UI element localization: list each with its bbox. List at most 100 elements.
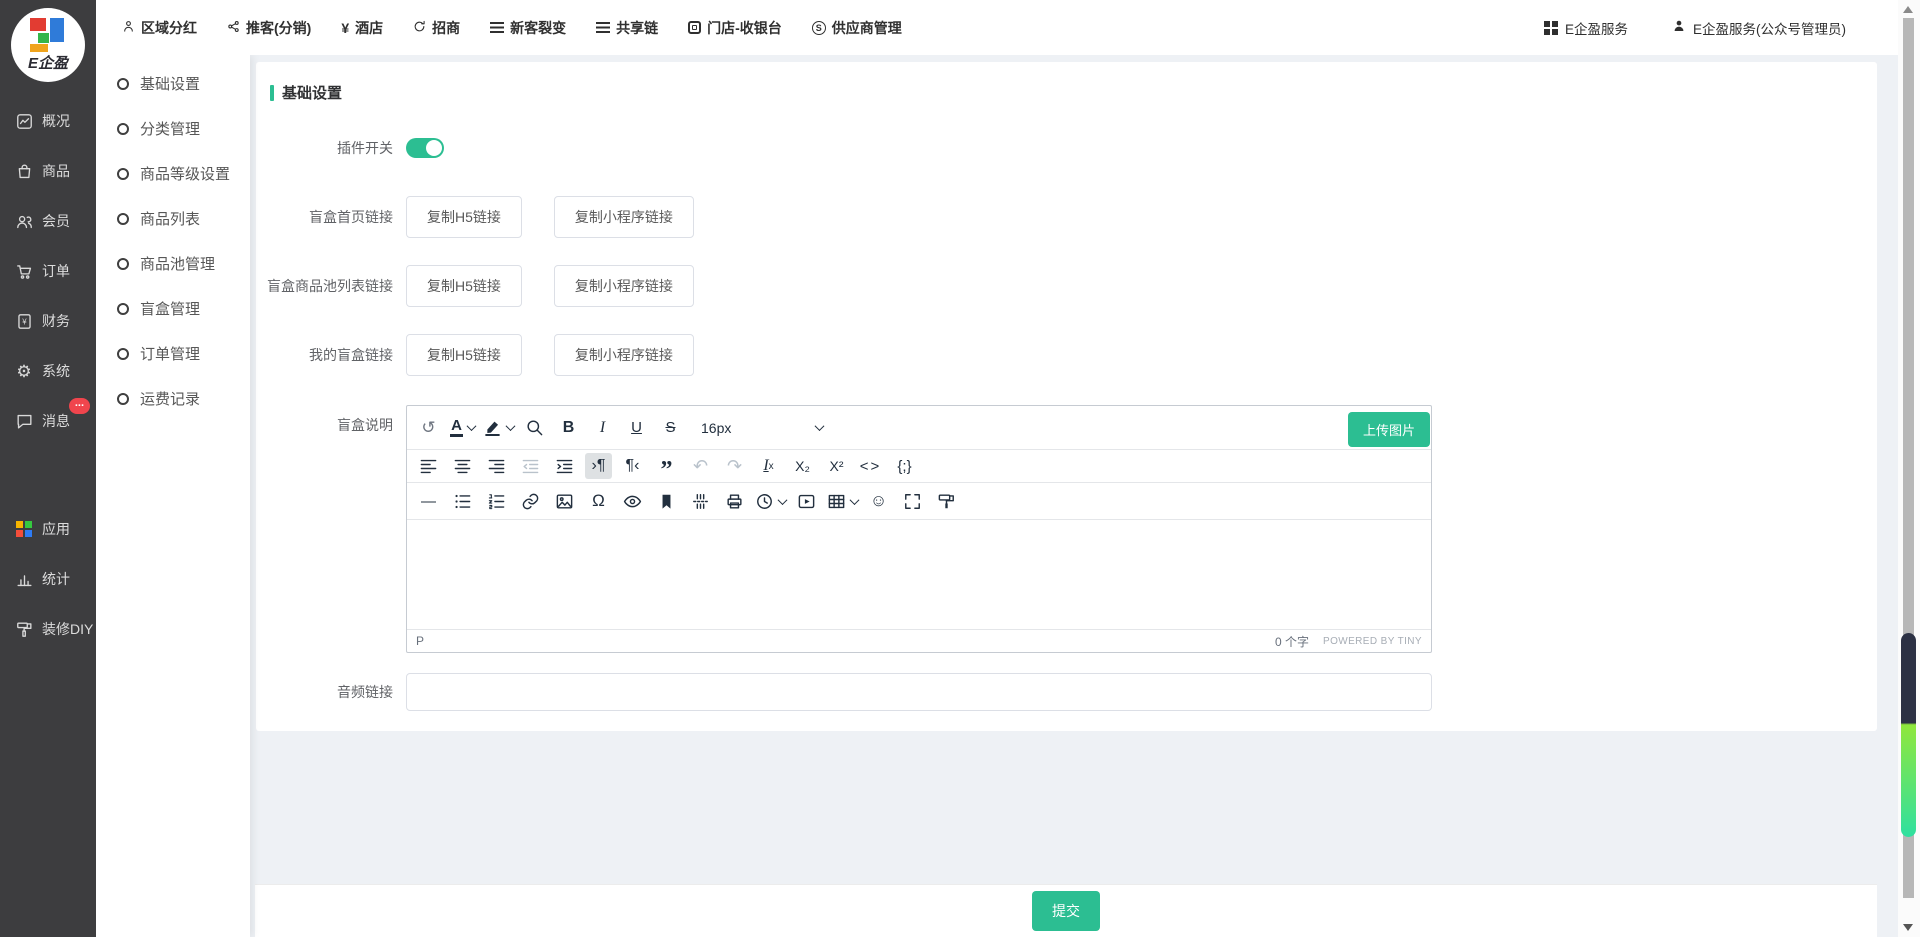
rtl-icon[interactable]: ¶‹: [619, 453, 646, 479]
sidebar-item-messages[interactable]: 消息 ...: [0, 396, 96, 446]
upload-image-button[interactable]: 上传图片: [1348, 412, 1430, 447]
account-menu[interactable]: E企盈服务(公众号管理员): [1672, 18, 1846, 38]
preview-eye-icon[interactable]: [619, 488, 646, 514]
blockquote-icon[interactable]: ”: [653, 453, 680, 479]
fullscreen-icon[interactable]: [899, 488, 926, 514]
scroll-up-arrow-icon[interactable]: [1903, 6, 1913, 13]
link-icon[interactable]: [517, 488, 544, 514]
print-icon[interactable]: [721, 488, 748, 514]
sidebar-item-apps[interactable]: 应用: [0, 504, 96, 554]
align-center-icon[interactable]: [449, 453, 476, 479]
submenu-item-freight-record[interactable]: 运费记录: [96, 376, 250, 421]
subscript-icon[interactable]: X₂: [789, 453, 816, 479]
sidebar-item-orders[interactable]: 订单: [0, 246, 96, 296]
scrollbar-thumb[interactable]: [1901, 633, 1916, 837]
word-count: 0 个字: [1275, 633, 1309, 650]
clear-formatting-icon[interactable]: Ix: [755, 453, 782, 479]
strikethrough-icon[interactable]: S: [657, 415, 684, 441]
numbered-list-icon[interactable]: [483, 488, 510, 514]
brand-logo-text: E企盈: [11, 52, 85, 73]
redo-icon[interactable]: ↷: [721, 453, 748, 479]
table-icon[interactable]: [827, 488, 858, 514]
editor-statusbar: P 0 个字 POWERED BY TINY: [407, 629, 1431, 652]
copy-miniprogram-link-button[interactable]: 复制小程序链接: [554, 265, 694, 307]
align-left-icon[interactable]: [415, 453, 442, 479]
footer-bar: 提交: [255, 884, 1877, 937]
sidebar-item-label: 会员: [42, 211, 70, 231]
submit-button[interactable]: 提交: [1032, 891, 1100, 931]
underline-icon[interactable]: U: [623, 415, 650, 441]
sidebar-item-goods[interactable]: 商品: [0, 146, 96, 196]
plugin-switch-toggle[interactable]: [406, 138, 444, 158]
media-icon[interactable]: [793, 488, 820, 514]
outdent-icon[interactable]: [517, 453, 544, 479]
powered-by-tiny[interactable]: POWERED BY TINY: [1323, 636, 1422, 647]
paint-roller-icon: [13, 620, 35, 639]
nav-store-cashier[interactable]: 门店-收银台: [688, 18, 782, 38]
service-menu[interactable]: E企盈服务: [1544, 18, 1628, 38]
submenu-item-goods-pool[interactable]: 商品池管理: [96, 241, 250, 286]
restore-draft-icon[interactable]: ↺: [415, 415, 442, 441]
image-icon[interactable]: [551, 488, 578, 514]
code-icon[interactable]: <>: [857, 453, 884, 479]
submenu-item-goods-list[interactable]: 商品列表: [96, 196, 250, 241]
sidebar-item-finance[interactable]: ¥ 财务: [0, 296, 96, 346]
editor-toolbar-row3: — Ω ☺: [407, 483, 1431, 520]
radio-circle-icon: [117, 213, 129, 225]
radio-circle-icon: [117, 168, 129, 180]
nav-hotel[interactable]: ¥ 酒店: [341, 18, 383, 38]
copy-h5-link-button[interactable]: 复制H5链接: [406, 196, 522, 238]
datetime-icon[interactable]: [755, 488, 786, 514]
home-link-label: 盲盒首页链接: [256, 207, 406, 227]
sidebar-item-members[interactable]: 会员: [0, 196, 96, 246]
scroll-down-arrow-icon[interactable]: [1903, 924, 1913, 931]
submenu-item-order-mgmt[interactable]: 订单管理: [96, 331, 250, 376]
ltr-icon[interactable]: ›¶: [585, 453, 612, 479]
nav-fission[interactable]: 新客裂变: [490, 18, 566, 38]
undo-icon[interactable]: ↶: [687, 453, 714, 479]
anchor-icon[interactable]: [653, 488, 680, 514]
copy-miniprogram-link-button[interactable]: 复制小程序链接: [554, 196, 694, 238]
search-icon[interactable]: [521, 415, 548, 441]
code-sample-icon[interactable]: {;}: [891, 453, 918, 479]
nav-share-chain[interactable]: 共享链: [596, 18, 658, 38]
bullet-list-icon[interactable]: [449, 488, 476, 514]
align-right-icon[interactable]: [483, 453, 510, 479]
italic-icon[interactable]: I: [589, 415, 616, 441]
font-size-select[interactable]: 16px: [701, 420, 823, 436]
submenu-item-category[interactable]: 分类管理: [96, 106, 250, 151]
nav-supplier[interactable]: S 供应商管理: [812, 18, 902, 38]
special-char-icon[interactable]: Ω: [585, 488, 612, 514]
sidebar-item-diy[interactable]: 装修DIY: [0, 604, 96, 654]
indent-icon[interactable]: [551, 453, 578, 479]
highlight-color-icon[interactable]: [483, 415, 514, 441]
nav-distribution[interactable]: 推客(分销): [227, 18, 311, 38]
copy-miniprogram-link-button[interactable]: 复制小程序链接: [554, 334, 694, 376]
finance-icon: ¥: [13, 312, 35, 331]
sidebar-item-overview[interactable]: 概况: [0, 96, 96, 146]
section-accent-bar: [270, 85, 274, 101]
nav-region-bonus[interactable]: 区域分红: [122, 18, 197, 38]
page-break-icon[interactable]: [687, 488, 714, 514]
copy-h5-link-button[interactable]: 复制H5链接: [406, 265, 522, 307]
copy-h5-link-button[interactable]: 复制H5链接: [406, 334, 522, 376]
bold-icon[interactable]: B: [555, 415, 582, 441]
editor-content-area[interactable]: [407, 520, 1431, 629]
emoticons-icon[interactable]: ☺: [865, 488, 892, 514]
chevron-down-icon: [850, 495, 860, 505]
plugin-switch-label: 插件开关: [256, 138, 406, 158]
horizontal-rule-icon[interactable]: —: [415, 488, 442, 514]
primary-sidebar: E企盈 概况 商品 会员 订单 ¥ 财务 ⚙ 系统: [0, 0, 96, 937]
text-color-icon[interactable]: A: [449, 415, 476, 441]
nav-recruit[interactable]: 招商: [413, 18, 460, 38]
audio-link-input[interactable]: [406, 673, 1432, 711]
sidebar-item-system[interactable]: ⚙ 系统: [0, 346, 96, 396]
settings-submenu: 基础设置 分类管理 商品等级设置 商品列表 商品池管理 盲盒管理 订单管理 运费…: [96, 55, 250, 937]
submenu-item-goods-level[interactable]: 商品等级设置: [96, 151, 250, 196]
sidebar-item-stats[interactable]: 统计: [0, 554, 96, 604]
submenu-item-basic-settings[interactable]: 基础设置: [96, 61, 250, 106]
sidebar-item-label: 应用: [42, 519, 70, 539]
format-painter-icon[interactable]: [933, 488, 960, 514]
superscript-icon[interactable]: X²: [823, 453, 850, 479]
submenu-item-blindbox-mgmt[interactable]: 盲盒管理: [96, 286, 250, 331]
